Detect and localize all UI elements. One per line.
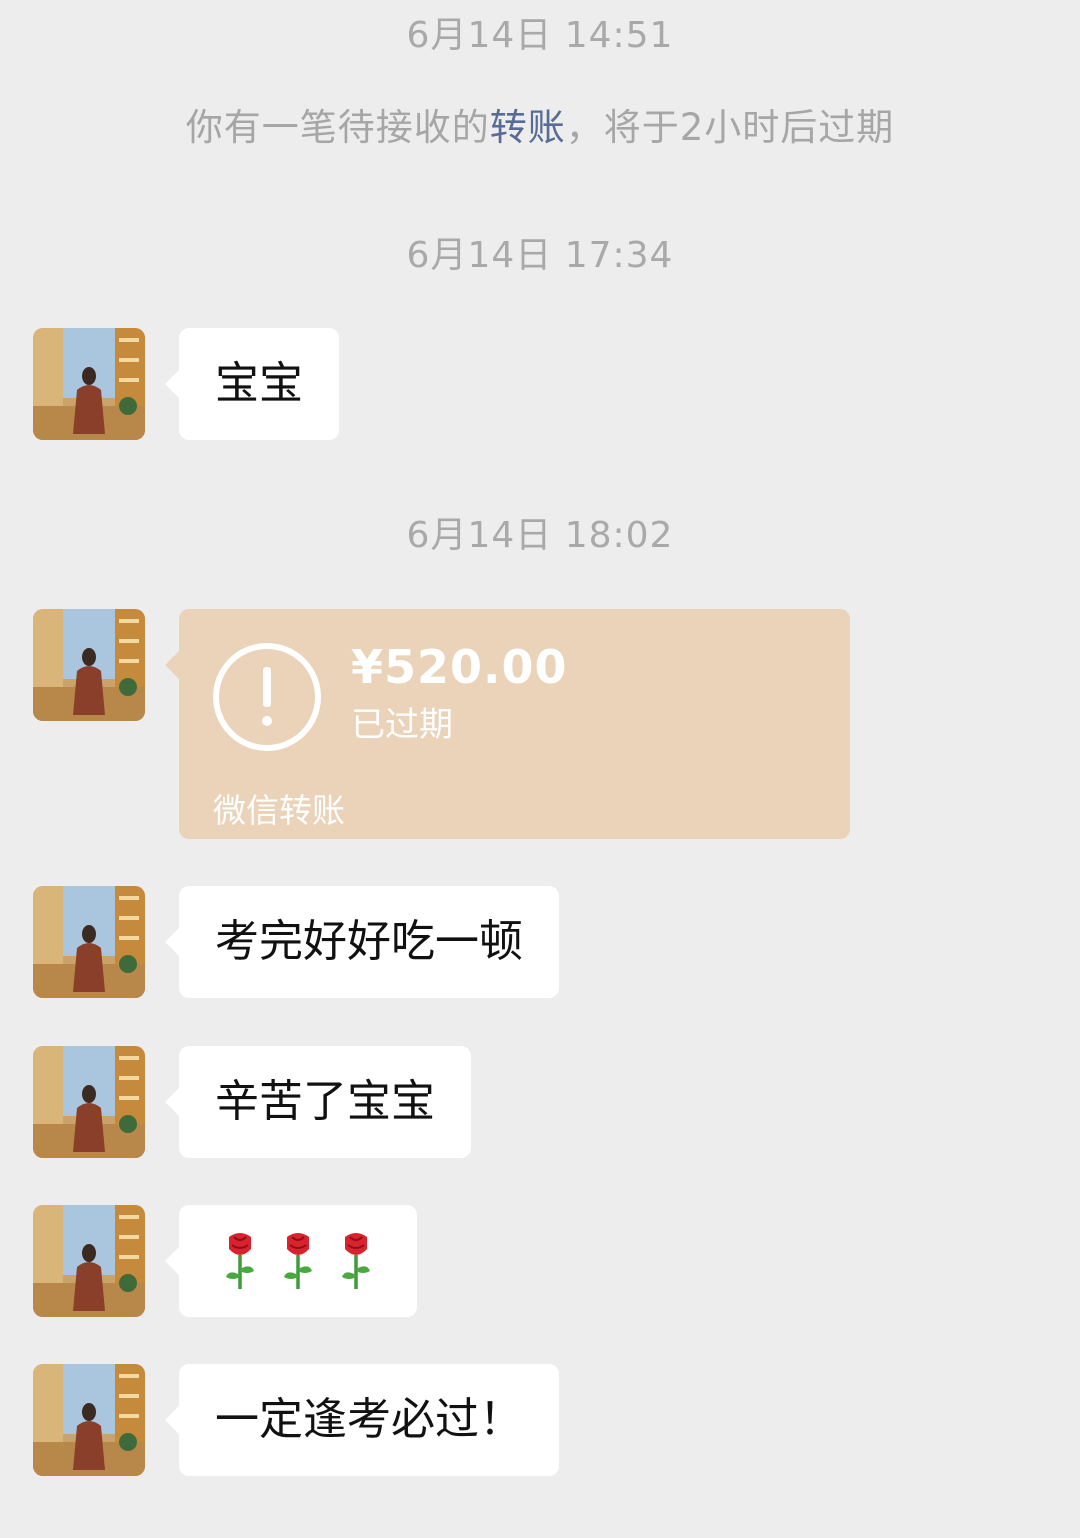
notice-prefix: 你有一笔待接收的 [185, 106, 490, 149]
message-text: 一定逢考必过！ [215, 1394, 523, 1445]
message-bubble[interactable] [165, 1205, 417, 1317]
exclamation-circle-icon [213, 643, 321, 751]
avatar-photo [33, 609, 145, 721]
timestamp: 6月14日 18:02 [406, 515, 674, 556]
avatar-photo [33, 1205, 145, 1317]
message-bubble[interactable]: 宝宝 [165, 328, 339, 440]
avatar-photo [33, 886, 145, 998]
avatar-photo [33, 1364, 145, 1476]
rose-icon [284, 1233, 312, 1289]
transfer-status: 已过期 [351, 705, 453, 745]
message-text: 辛苦了宝宝 [215, 1076, 435, 1127]
rose-icon [342, 1233, 370, 1289]
emoji-row [223, 1205, 373, 1317]
timestamp: 6月14日 14:51 [406, 15, 674, 56]
message-text: 考完好好吃一顿 [215, 916, 523, 967]
message-bubble[interactable]: 一定逢考必过！ [165, 1364, 559, 1476]
contact-avatar[interactable] [33, 1046, 145, 1158]
timestamp: 6月14日 17:34 [406, 235, 674, 276]
rose-icon [226, 1233, 254, 1289]
transfer-amount: ¥520.00 [351, 640, 568, 694]
contact-avatar[interactable] [33, 609, 145, 721]
contact-avatar[interactable] [33, 886, 145, 998]
transfer-type-label: 微信转账 [213, 791, 345, 830]
message-text: 宝宝 [215, 358, 303, 409]
transfer-expiry-notice: 你有一笔待接收的转账，将于2小时后过期 [0, 104, 1080, 152]
contact-avatar[interactable] [33, 1364, 145, 1476]
notice-suffix: ，将于2小时后过期 [565, 106, 895, 149]
message-bubble[interactable]: 考完好好吃一顿 [165, 886, 559, 998]
avatar-photo [33, 1046, 145, 1158]
avatar-photo [33, 328, 145, 440]
transfer-link[interactable]: 转账 [490, 106, 566, 149]
transfer-card[interactable]: ¥520.00 已过期 微信转账 [165, 609, 850, 839]
message-bubble[interactable]: 辛苦了宝宝 [165, 1046, 471, 1158]
contact-avatar[interactable] [33, 328, 145, 440]
contact-avatar[interactable] [33, 1205, 145, 1317]
